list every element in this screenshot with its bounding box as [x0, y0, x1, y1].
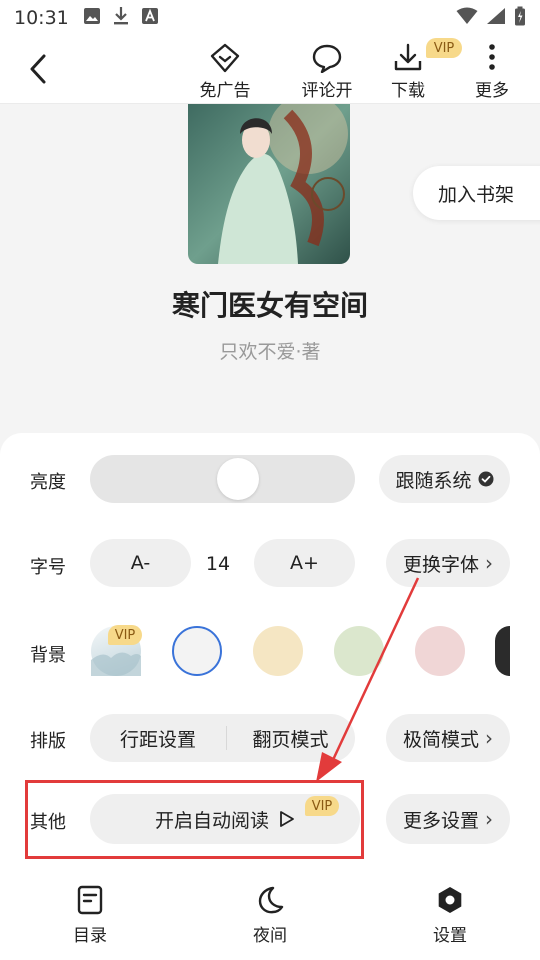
chevron-right-icon: ›	[485, 807, 493, 831]
settings-icon	[438, 887, 462, 913]
book-cover[interactable]	[188, 104, 350, 264]
back-button[interactable]	[22, 52, 56, 86]
brightness-slider[interactable]	[90, 455, 355, 503]
background-swatch-gray-selected[interactable]	[172, 626, 222, 676]
check-circle-icon	[478, 471, 494, 487]
settings-panel	[0, 433, 540, 960]
book-title: 寒门医女有空间	[171, 289, 368, 322]
a-icon	[141, 7, 159, 30]
brightness-label: 亮度	[30, 472, 66, 493]
brightness-slider-knob[interactable]	[216, 458, 259, 500]
background-swatch-dark[interactable]	[495, 626, 510, 676]
minimal-mode-label: 极简模式	[402, 728, 479, 751]
other-label: 其他	[30, 812, 66, 833]
layout-label: 排版	[30, 731, 66, 752]
play-icon	[279, 810, 295, 828]
change-font-label: 更换字体	[402, 553, 479, 576]
page-turn-mode-button[interactable]: 翻页模式	[226, 714, 355, 762]
more-icon	[489, 44, 495, 70]
font-size-label: 字号	[30, 557, 66, 578]
font-decrease-button[interactable]: A-	[90, 539, 191, 587]
chevron-right-icon: ›	[485, 551, 493, 575]
minimal-mode-button[interactable]: 极简模式 ›	[386, 714, 510, 762]
comment-icon	[312, 44, 342, 73]
font-increase-button[interactable]: A+	[254, 539, 355, 587]
nav-settings[interactable]: 设置	[410, 885, 490, 946]
nav-night-mode[interactable]: 夜间	[230, 885, 310, 946]
add-to-shelf-button[interactable]: 加入书架	[413, 166, 540, 220]
book-author: 只欢不爱·著	[219, 341, 321, 363]
battery-icon	[514, 6, 526, 31]
status-bar: 10:31	[0, 0, 540, 36]
auto-read-vip-badge: VIP	[305, 796, 339, 816]
background-swatch-green[interactable]	[334, 626, 384, 676]
background-swatch-pink[interactable]	[415, 626, 465, 676]
auto-read-label: 开启自动阅读	[154, 809, 269, 832]
back-arrow-icon	[30, 54, 46, 84]
follow-system-label: 跟随系统	[395, 469, 472, 492]
nav-catalog[interactable]: 目录	[50, 885, 130, 946]
background-swatch-beige[interactable]	[253, 626, 303, 676]
nav-catalog-label: 目录	[73, 926, 107, 946]
image-icon	[83, 7, 101, 30]
more-label: 更多	[475, 81, 509, 101]
font-size-value: 14	[205, 553, 231, 575]
more-settings-label: 更多设置	[402, 809, 479, 832]
background-label: 背景	[30, 645, 66, 666]
comment-toggle-label: 评论开	[301, 81, 353, 101]
catalog-icon	[77, 885, 103, 915]
follow-system-button[interactable]: 跟随系统	[379, 455, 510, 503]
ad-free-icon	[210, 43, 240, 73]
signal-icon	[486, 7, 506, 30]
background-vip-badge: VIP	[108, 625, 142, 645]
download-icon	[394, 43, 422, 71]
status-time: 10:31	[14, 7, 69, 29]
more-settings-button[interactable]: 更多设置 ›	[386, 794, 510, 844]
comment-toggle-button[interactable]: 评论开	[287, 42, 367, 101]
moon-icon	[258, 886, 284, 914]
nav-night-mode-label: 夜间	[253, 926, 287, 946]
top-bar: 免广告 评论开 下载 VIP 更多	[0, 36, 540, 104]
download-label: 下载	[391, 81, 425, 101]
ad-free-label: 免广告	[199, 81, 251, 101]
download-icon	[113, 6, 129, 31]
book-cover-image	[188, 104, 350, 264]
line-spacing-button[interactable]: 行距设置	[90, 714, 226, 762]
more-button[interactable]: 更多	[452, 42, 532, 101]
ad-free-button[interactable]: 免广告	[185, 42, 265, 101]
change-font-button[interactable]: 更换字体 ›	[386, 539, 510, 587]
nav-settings-label: 设置	[433, 926, 467, 946]
chevron-right-icon: ›	[485, 726, 493, 750]
wifi-icon	[456, 7, 478, 30]
